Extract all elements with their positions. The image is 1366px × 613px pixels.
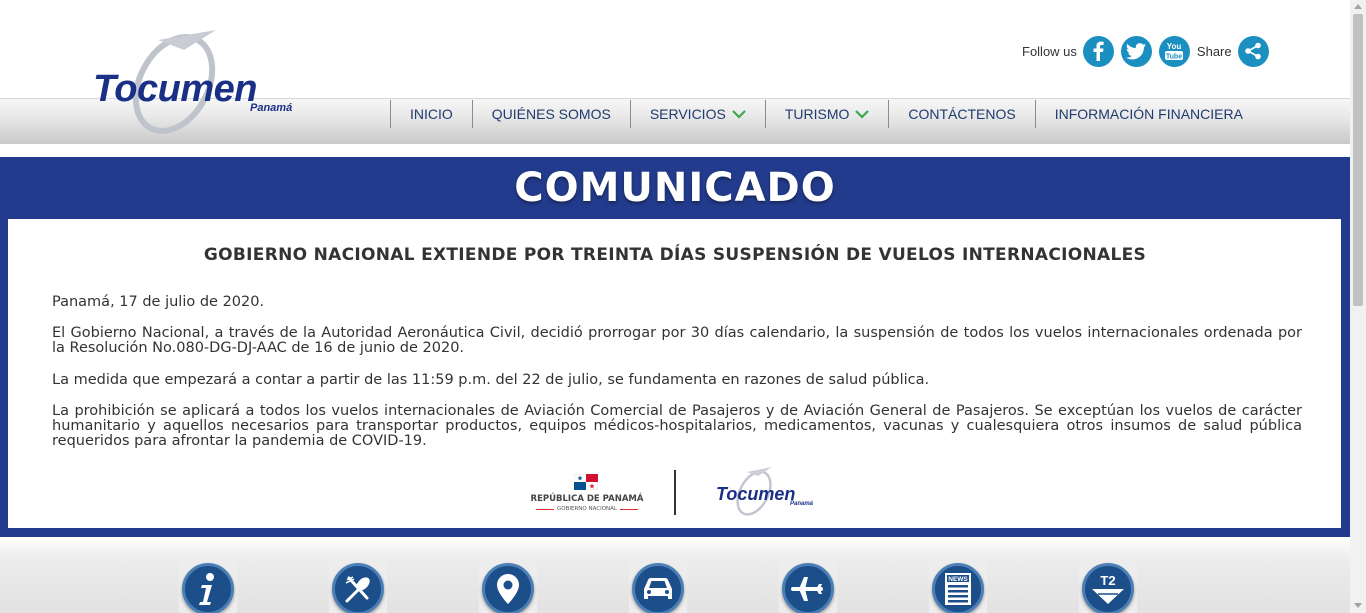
gobierno-nacional-label: GOBIERNO NACIONAL (524, 506, 650, 512)
location-icon (497, 574, 519, 604)
quick-link-news[interactable]: NEWS (929, 556, 987, 613)
svg-text:Tube: Tube (1166, 54, 1182, 61)
chevron-down-icon (732, 110, 746, 119)
car-icon (644, 578, 672, 599)
follow-us-label: Follow us (1022, 43, 1077, 59)
quick-link-circle (182, 563, 234, 613)
nav-item-servicios[interactable]: SERVICIOS (629, 100, 765, 128)
nav-item-contactenos[interactable]: CONTÁCTENOS (888, 100, 1034, 128)
nav-label: QUIÉNES SOMOS (491, 106, 611, 122)
quick-link-location[interactable] (479, 556, 537, 613)
nav-label: TURISMO (784, 106, 850, 122)
tocumen-small-logo: Tocumen Panamá (712, 466, 822, 520)
republica-panama-logo: REPÚBLICA DE PANAMÁ GOBIERNO NACIONAL (524, 472, 650, 518)
notice-date: Panamá, 17 de julio de 2020. (52, 294, 265, 310)
quick-link-circle: NEWS (932, 563, 984, 613)
logo-separator (674, 470, 676, 515)
quick-link-circle (332, 563, 384, 613)
notice-heading: GOBIERNO NACIONAL EXTIENDE POR TREINTA D… (203, 245, 1147, 265)
info-icon (199, 573, 214, 605)
twitter-button[interactable] (1120, 35, 1152, 67)
notice-paragraph: La prohibición se aplicará a todos los v… (52, 403, 1302, 449)
facebook-button[interactable] (1082, 35, 1114, 67)
small-logo-subtitle: Panamá (790, 501, 814, 507)
quick-link-flights[interactable] (779, 556, 837, 613)
news-icon: NEWS (945, 573, 971, 605)
main-nav: INICIO QUIÉNES SOMOS SERVICIOS TURISMO C… (390, 100, 1262, 128)
nav-item-quienes-somos[interactable]: QUIÉNES SOMOS (471, 100, 630, 128)
social-bar: Follow us You Tube Share (1022, 35, 1276, 67)
t2-icon: T2 (1092, 573, 1124, 604)
panama-flag-icon (574, 474, 598, 490)
share-button[interactable] (1237, 35, 1269, 67)
quick-link-circle (782, 563, 834, 613)
page: Tocumen Panamá INICIO QUIÉNES SOMOS SERV… (0, 0, 1366, 613)
quick-link-circle (632, 563, 684, 613)
nav-item-inicio[interactable]: INICIO (390, 100, 472, 128)
gobierno-nacional-text: GOBIERNO NACIONAL (554, 506, 620, 512)
scroll-thumb[interactable] (1353, 14, 1363, 306)
nav-label: INICIO (410, 106, 453, 122)
nav-label: INFORMACIÓN FINANCIERA (1054, 106, 1243, 122)
notice-paragraph: La medida que empezará a contar a partir… (52, 372, 930, 388)
youtube-button[interactable]: You Tube (1158, 35, 1190, 67)
share-icon (1245, 42, 1261, 60)
svg-text:You: You (1167, 42, 1182, 51)
svg-text:T2: T2 (1100, 573, 1115, 588)
youtube-icon: You Tube (1165, 42, 1184, 61)
logo-subtitle: Panamá (250, 102, 293, 114)
quick-link-circle: T2 (1082, 563, 1134, 613)
nav-item-turismo[interactable]: TURISMO (764, 100, 889, 128)
scroll-up-arrow-icon[interactable] (1354, 4, 1362, 9)
quick-link-dining[interactable] (329, 556, 387, 613)
share-label: Share (1196, 43, 1232, 59)
quick-link-t2[interactable]: T2 (1079, 556, 1137, 613)
notice-paragraph: El Gobierno Nacional, a través de la Aut… (52, 325, 1302, 356)
facebook-icon (1093, 41, 1105, 61)
quick-link-info[interactable] (179, 556, 237, 613)
scroll-down-arrow-icon[interactable] (1354, 603, 1362, 608)
nav-label: SERVICIOS (649, 106, 726, 122)
nav-item-informacion-financiera[interactable]: INFORMACIÓN FINANCIERA (1034, 100, 1262, 128)
svg-text:NEWS: NEWS (948, 576, 968, 583)
twitter-icon (1126, 42, 1147, 59)
nav-label: CONTÁCTENOS (908, 106, 1016, 122)
page-scrollbar[interactable] (1350, 0, 1366, 613)
tocumen-logo[interactable]: Tocumen Panamá (88, 28, 318, 140)
banner-title: COMUNICADO (514, 165, 836, 211)
airplane-icon (791, 577, 823, 601)
small-logo-wordmark: Tocumen (716, 484, 796, 504)
logo-wordmark: Tocumen (93, 68, 258, 110)
dining-icon (345, 576, 370, 603)
chevron-down-icon (855, 110, 870, 119)
republica-name: REPÚBLICA DE PANAMÁ (530, 494, 644, 504)
quick-link-parking[interactable] (629, 556, 687, 613)
quick-link-circle (482, 563, 534, 613)
